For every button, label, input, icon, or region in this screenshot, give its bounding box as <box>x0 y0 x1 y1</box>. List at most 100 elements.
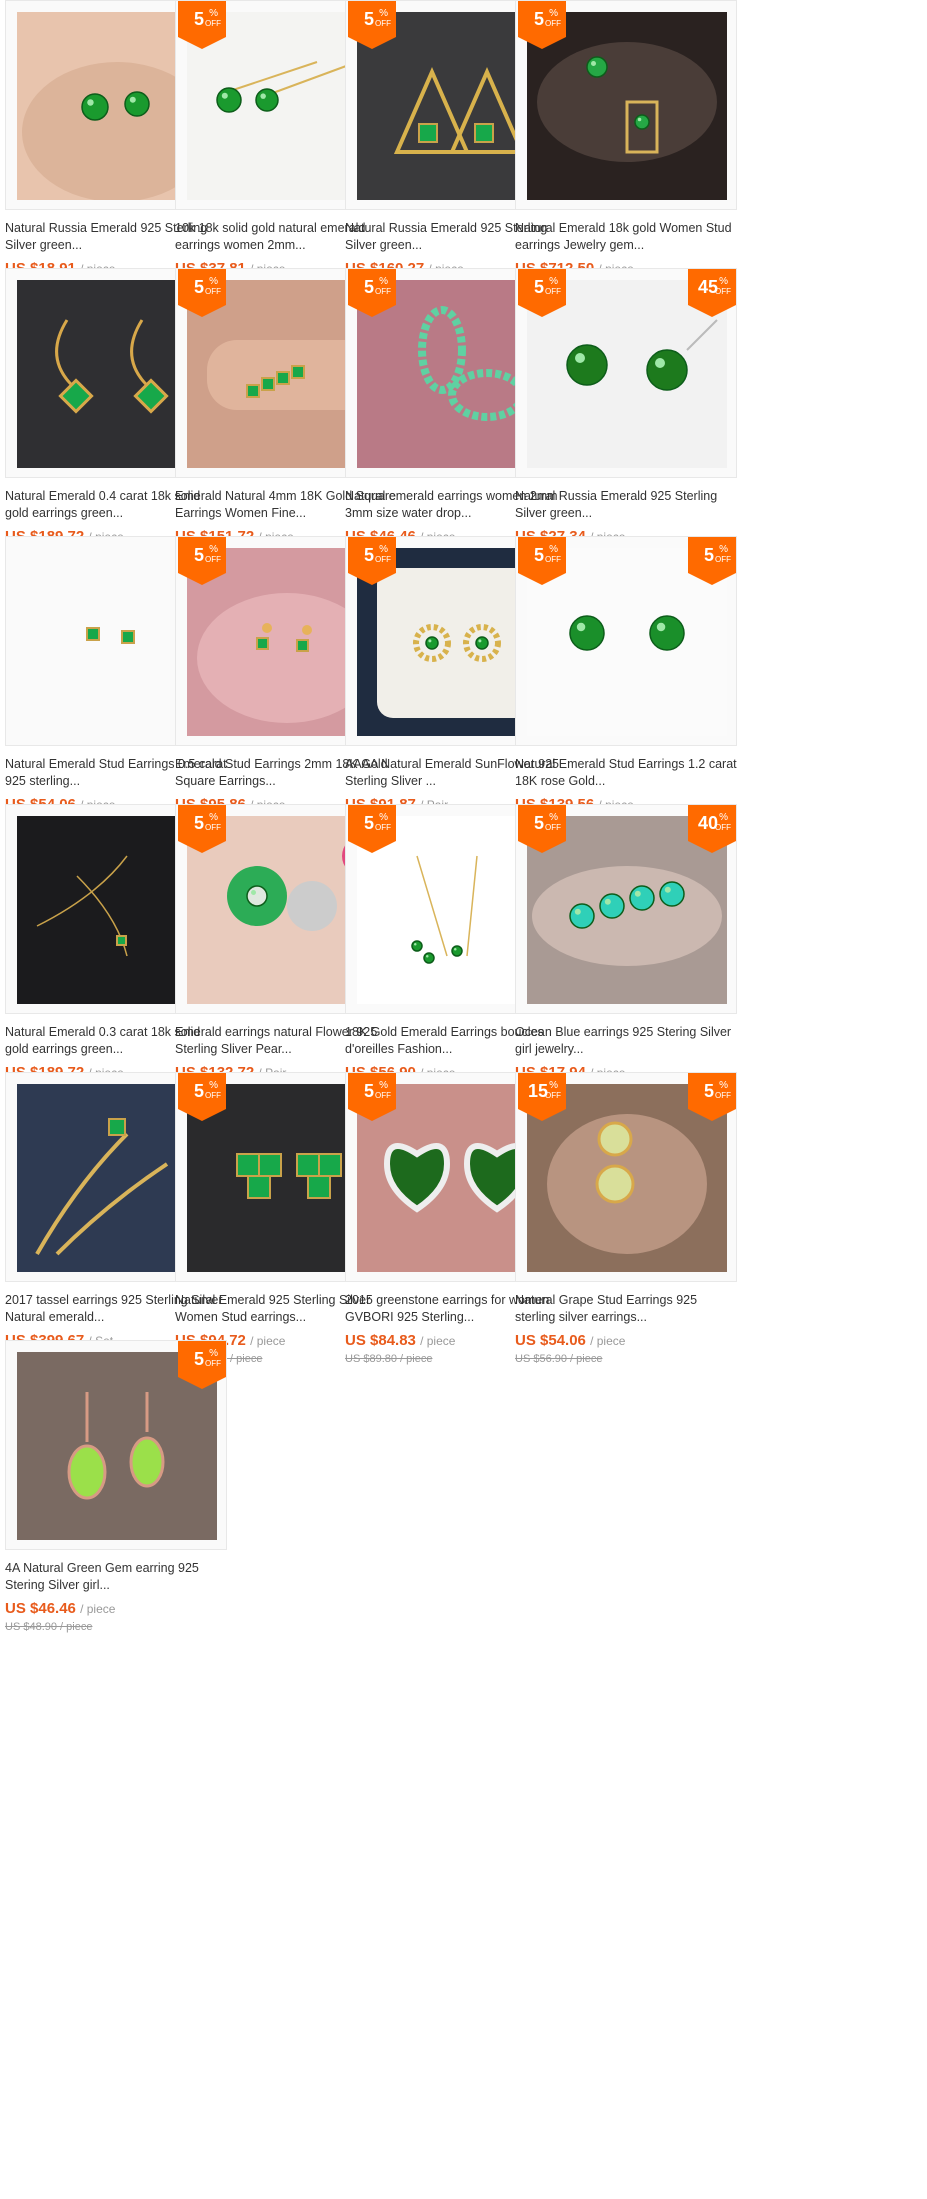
product-title-link[interactable]: Natural Grape Stud Earrings 925 sterling… <box>515 1292 737 1326</box>
product-price: US $46.46 / piece <box>5 1599 227 1619</box>
discount-percent-sign: % <box>719 276 728 287</box>
price-unit: / piece <box>420 1334 456 1348</box>
discount-value: 5 <box>363 813 374 833</box>
discount-badge: 5 % OFF <box>688 537 736 585</box>
discount-badge: 40 % OFF <box>688 805 736 853</box>
discount-off-label: OFF <box>205 1359 221 1368</box>
discount-off-label: OFF <box>375 555 391 564</box>
price-unit: / piece <box>80 1602 116 1616</box>
discount-off-label: OFF <box>375 287 391 296</box>
discount-percent-sign: % <box>549 812 558 823</box>
price-amount: $54.06 <box>540 1332 586 1349</box>
discount-value: 5 <box>193 1349 204 1369</box>
discount-percent-sign: % <box>719 812 728 823</box>
discount-percent-sign: % <box>209 1348 218 1359</box>
product-title-link[interactable]: Natural Emerald 18k gold Women Stud earr… <box>515 220 737 254</box>
discount-value: 5 <box>193 9 204 29</box>
discount-value: 5 <box>363 9 374 29</box>
discount-badge: 5 % OFF <box>518 537 566 585</box>
price-currency: US <box>345 1332 366 1349</box>
discount-off-label: OFF <box>545 287 561 296</box>
discount-percent-sign: % <box>379 8 388 19</box>
product-title-link[interactable]: Ocean Blue earrings 925 Stering Silver g… <box>515 1024 737 1058</box>
discount-percent-sign: % <box>209 276 218 287</box>
discount-percent-sign: % <box>209 8 218 19</box>
discount-badge: 5 % OFF <box>348 1 396 49</box>
discount-percent-sign: % <box>719 1080 728 1091</box>
discount-value: 5 <box>193 277 204 297</box>
discount-badge: 5 % OFF <box>178 1073 226 1121</box>
discount-value: 5 <box>533 813 544 833</box>
discount-off-label: OFF <box>205 19 221 28</box>
discount-badge: 5 % OFF <box>348 805 396 853</box>
discount-percent-sign: % <box>549 276 558 287</box>
discount-off-label: OFF <box>375 19 391 28</box>
discount-badge: 5 % OFF <box>518 805 566 853</box>
discount-badge: 5 % OFF <box>178 805 226 853</box>
discount-off-label: OFF <box>375 823 391 832</box>
discount-off-label: OFF <box>545 19 561 28</box>
discount-percent-sign: % <box>549 544 558 555</box>
discount-badge: 5 % OFF <box>348 1073 396 1121</box>
discount-badge: 5 % OFF <box>518 269 566 317</box>
discount-off-label: OFF <box>545 823 561 832</box>
price-currency: US <box>515 1332 536 1349</box>
original-price: US $48.90 / piece <box>5 1621 93 1633</box>
price-currency: US <box>5 1600 26 1617</box>
discount-value: 5 <box>193 545 204 565</box>
price-unit: / piece <box>590 1334 626 1348</box>
discount-off-label: OFF <box>205 1091 221 1100</box>
discount-value: 5 <box>193 1081 204 1101</box>
discount-off-label: OFF <box>375 1091 391 1100</box>
discount-badge: 5 % OFF <box>348 537 396 585</box>
discount-badge: 15 % OFF <box>518 1073 566 1121</box>
discount-off-label: OFF <box>715 823 731 832</box>
discount-off-label: OFF <box>545 555 561 564</box>
product-price: US $54.06 / piece <box>515 1331 737 1351</box>
discount-badge: 5 % OFF <box>178 537 226 585</box>
discount-value: 5 <box>533 545 544 565</box>
discount-off-label: OFF <box>715 287 731 296</box>
product-title-link[interactable]: 4A Natural Green Gem earring 925 Stering… <box>5 1560 227 1594</box>
product-grid: 5 % OFF Natural Russia Emerald 925 Sterl… <box>0 0 927 2199</box>
discount-badge: 5 % OFF <box>178 269 226 317</box>
discount-percent-sign: % <box>549 8 558 19</box>
discount-off-label: OFF <box>205 823 221 832</box>
product-title-link[interactable]: Natural Emerald Stud Earrings 1.2 carat … <box>515 756 737 790</box>
discount-percent-sign: % <box>549 1080 558 1091</box>
price-amount: $84.83 <box>370 1332 416 1349</box>
discount-value: 5 <box>703 545 714 565</box>
discount-percent-sign: % <box>209 544 218 555</box>
discount-value: 5 <box>533 9 544 29</box>
discount-value: 5 <box>193 813 204 833</box>
discount-off-label: OFF <box>715 555 731 564</box>
discount-badge: 5 % OFF <box>518 1 566 49</box>
discount-percent-sign: % <box>379 1080 388 1091</box>
discount-percent-sign: % <box>209 812 218 823</box>
discount-badge: 5 % OFF <box>178 1341 226 1389</box>
price-amount: $46.46 <box>30 1600 76 1617</box>
product-image-link[interactable]: 5 % OFF <box>5 1340 227 1550</box>
discount-percent-sign: % <box>379 544 388 555</box>
discount-percent-sign: % <box>209 1080 218 1091</box>
price-unit: / piece <box>250 1334 286 1348</box>
discount-badge: 5 % OFF <box>348 269 396 317</box>
discount-off-label: OFF <box>205 555 221 564</box>
discount-off-label: OFF <box>545 1091 561 1100</box>
discount-value: 5 <box>533 277 544 297</box>
discount-value: 5 <box>363 545 374 565</box>
discount-value: 5 <box>703 1081 714 1101</box>
discount-value: 5 <box>363 277 374 297</box>
discount-value: 5 <box>363 1081 374 1101</box>
discount-percent-sign: % <box>379 812 388 823</box>
discount-off-label: OFF <box>205 287 221 296</box>
original-price: US $56.90 / piece <box>515 1353 603 1365</box>
product-title-link[interactable]: Natural Russia Emerald 925 Sterling Silv… <box>515 488 737 522</box>
product-card[interactable]: 5 % OFF 4A Natural Green Gem earring 925… <box>5 1340 227 1635</box>
discount-badge: 5 % OFF <box>688 1073 736 1121</box>
discount-percent-sign: % <box>379 276 388 287</box>
discount-badge: 5 % OFF <box>178 1 226 49</box>
discount-percent-sign: % <box>719 544 728 555</box>
discount-off-label: OFF <box>715 1091 731 1100</box>
discount-badge: 45 % OFF <box>688 269 736 317</box>
